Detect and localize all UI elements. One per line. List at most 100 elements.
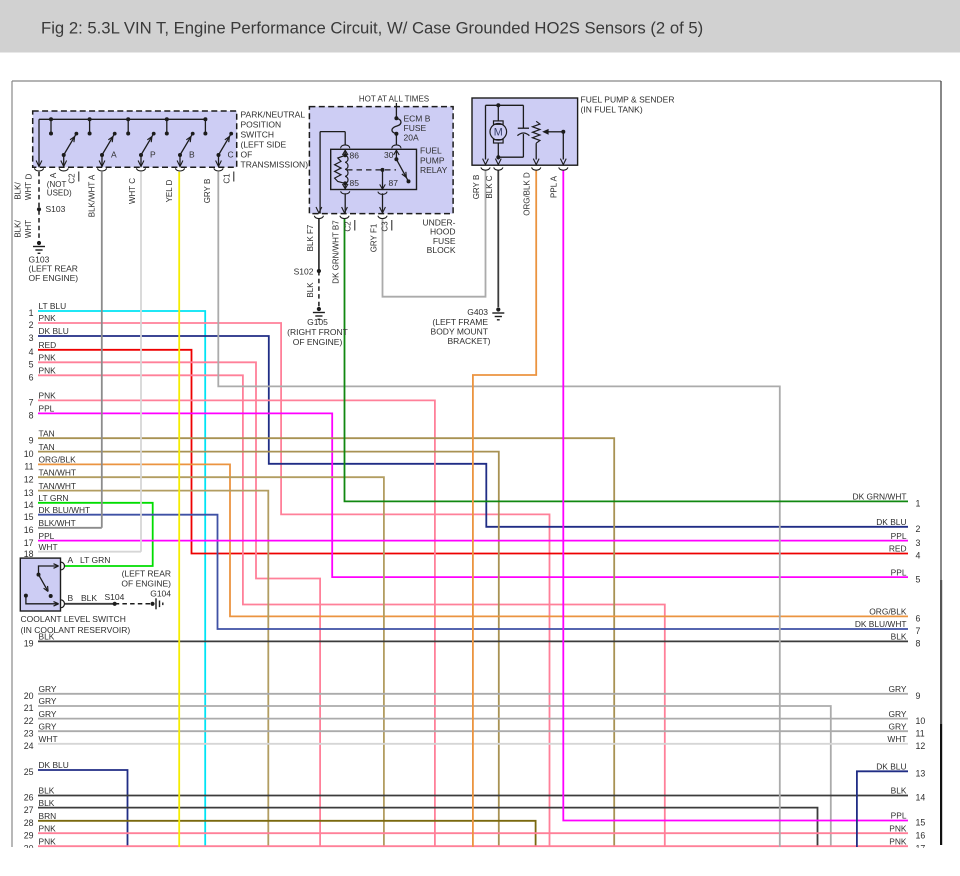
svg-text:10: 10 [24, 449, 34, 459]
svg-text:4: 4 [916, 551, 921, 561]
svg-text:A: A [49, 172, 58, 178]
svg-text:20: 20 [24, 691, 34, 701]
svg-text:WHT: WHT [39, 542, 58, 552]
svg-text:Fig 2: 5.3L VIN T, Engine Perf: Fig 2: 5.3L VIN T, Engine Performance Ci… [41, 19, 703, 38]
svg-text:87: 87 [389, 178, 399, 188]
svg-text:TRANSMISSION): TRANSMISSION) [241, 160, 309, 170]
svg-text:BLK: BLK [39, 786, 55, 796]
svg-text:15: 15 [916, 818, 926, 828]
svg-text:RELAY: RELAY [420, 165, 448, 175]
svg-text:30: 30 [384, 150, 394, 160]
svg-text:BRACKET): BRACKET) [448, 336, 491, 346]
svg-text:C2: C2 [344, 221, 353, 232]
svg-text:11: 11 [24, 462, 33, 472]
svg-text:BLOCK: BLOCK [427, 245, 456, 255]
svg-text:(IN FUEL TANK): (IN FUEL TANK) [581, 105, 643, 115]
svg-text:ECM B: ECM B [404, 114, 431, 124]
svg-text:RED: RED [39, 340, 57, 350]
svg-text:4: 4 [29, 347, 34, 357]
svg-text:BODY MOUNT: BODY MOUNT [431, 326, 488, 336]
svg-text:S103: S103 [46, 204, 66, 214]
svg-text:16: 16 [24, 525, 34, 535]
svg-text:PNK: PNK [889, 823, 907, 833]
svg-text:LT BLU: LT BLU [39, 301, 67, 311]
svg-text:12: 12 [916, 741, 926, 751]
svg-text:A: A [111, 150, 117, 160]
svg-text:(LEFT FRAME: (LEFT FRAME [432, 317, 488, 327]
svg-text:GRY: GRY [39, 709, 57, 719]
svg-text:TAN: TAN [39, 428, 55, 438]
svg-text:BLK C: BLK C [485, 175, 494, 198]
svg-text:12: 12 [24, 474, 34, 484]
svg-text:BLK/: BLK/ [14, 182, 23, 200]
svg-text:WHT C: WHT C [128, 178, 137, 204]
svg-text:DK BLU: DK BLU [876, 517, 906, 527]
svg-text:COOLANT LEVEL SWITCH: COOLANT LEVEL SWITCH [21, 614, 126, 624]
svg-text:PPL: PPL [891, 811, 907, 821]
svg-text:PNK: PNK [39, 313, 57, 323]
svg-text:DK BLU: DK BLU [39, 760, 69, 770]
svg-text:7: 7 [916, 626, 921, 636]
svg-text:PNK: PNK [39, 353, 57, 363]
svg-text:22: 22 [24, 716, 34, 726]
svg-text:23: 23 [24, 728, 34, 738]
svg-text:ORG/BLK: ORG/BLK [869, 607, 907, 617]
svg-text:27: 27 [24, 805, 34, 815]
svg-text:GRY: GRY [889, 721, 907, 731]
svg-text:24: 24 [24, 741, 34, 751]
svg-text:PNK: PNK [39, 823, 57, 833]
svg-text:10: 10 [916, 716, 926, 726]
svg-text:BLK/: BLK/ [14, 220, 23, 238]
svg-text:16: 16 [916, 830, 926, 840]
svg-text:B: B [68, 593, 74, 603]
svg-text:85: 85 [350, 178, 360, 188]
svg-text:OF ENGINE): OF ENGINE) [121, 579, 171, 589]
svg-text:GRY: GRY [889, 684, 907, 694]
svg-text:7: 7 [29, 398, 34, 408]
svg-text:5: 5 [29, 360, 34, 370]
svg-text:5: 5 [916, 574, 921, 584]
svg-text:TAN/WHT: TAN/WHT [39, 467, 77, 477]
svg-text:RED: RED [889, 544, 907, 554]
svg-text:ORG/BLK D: ORG/BLK D [523, 172, 532, 216]
svg-text:BLK: BLK [81, 593, 97, 603]
svg-text:3: 3 [29, 333, 34, 343]
svg-text:BLK/WHT: BLK/WHT [39, 518, 76, 528]
svg-text:86: 86 [350, 151, 360, 161]
svg-text:OF ENGINE): OF ENGINE) [293, 337, 343, 347]
svg-text:DK BLU: DK BLU [876, 762, 906, 772]
svg-text:TAN: TAN [39, 442, 55, 452]
svg-text:LT GRN: LT GRN [80, 555, 110, 565]
svg-text:BLK: BLK [39, 798, 55, 808]
svg-text:LT GRN: LT GRN [39, 493, 69, 503]
svg-text:BLK: BLK [891, 632, 907, 642]
svg-text:M: M [494, 127, 503, 139]
svg-text:SWITCH: SWITCH [241, 130, 275, 140]
svg-text:PPL: PPL [891, 567, 907, 577]
svg-text:DK GRN/WHT B7: DK GRN/WHT B7 [332, 220, 341, 284]
svg-text:PPL A: PPL A [550, 175, 559, 198]
svg-text:GRY B: GRY B [472, 175, 481, 200]
svg-text:BLK F7: BLK F7 [306, 224, 315, 251]
svg-text:26: 26 [24, 793, 34, 803]
svg-text:11: 11 [916, 728, 925, 738]
svg-text:13: 13 [24, 488, 34, 498]
svg-text:PARK/NEUTRAL: PARK/NEUTRAL [241, 110, 306, 120]
svg-text:FUEL PUMP & SENDER: FUEL PUMP & SENDER [581, 95, 675, 105]
svg-text:8: 8 [29, 411, 34, 421]
svg-text:(LEFT SIDE: (LEFT SIDE [241, 140, 287, 150]
svg-text:A: A [68, 555, 74, 565]
svg-text:15: 15 [24, 512, 34, 522]
svg-text:PPL: PPL [39, 404, 55, 414]
svg-text:8: 8 [916, 639, 921, 649]
svg-text:POSITION: POSITION [241, 120, 282, 130]
svg-text:2: 2 [29, 320, 34, 330]
svg-text:14: 14 [24, 500, 34, 510]
svg-text:YEL D: YEL D [165, 179, 174, 202]
svg-text:PNK: PNK [39, 366, 57, 376]
svg-text:G403: G403 [467, 307, 488, 317]
svg-text:C1: C1 [223, 173, 232, 184]
svg-text:BLK: BLK [891, 786, 907, 796]
svg-text:20A: 20A [404, 133, 419, 143]
svg-text:C2: C2 [68, 173, 77, 184]
